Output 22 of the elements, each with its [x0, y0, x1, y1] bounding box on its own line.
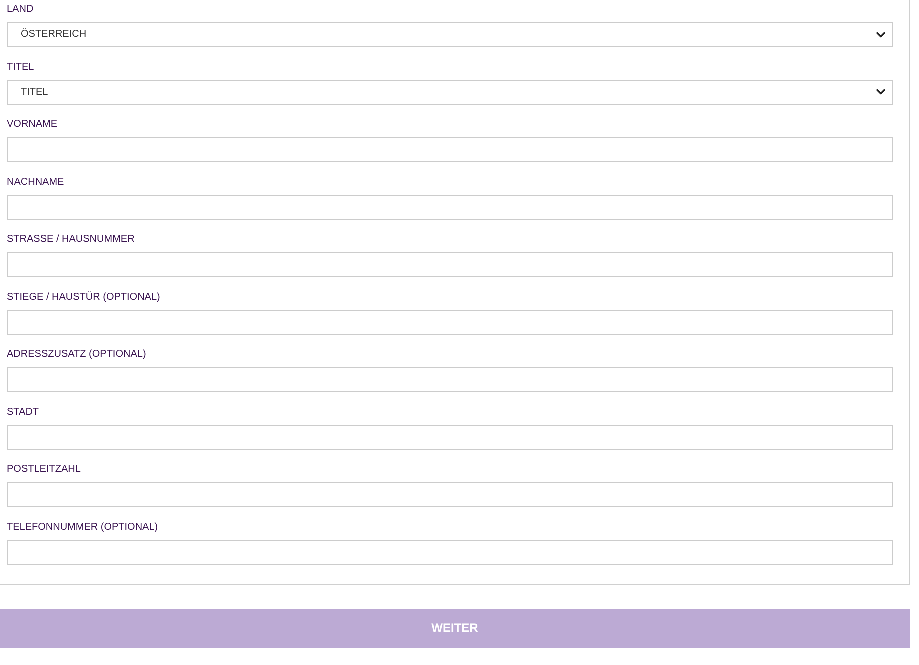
field-label: TITEL	[7, 60, 36, 74]
dropdown-field[interactable]: TITEL	[7, 80, 893, 104]
field-label: NACHNAME	[7, 176, 66, 188]
field-label: LAND	[7, 3, 35, 16]
field-label: ADRESSZUSATZ (OPTIONAL)	[7, 348, 148, 361]
field-label: STIEGE / HAUSTÜR (OPTIONAL)	[7, 290, 162, 304]
text-input[interactable]	[7, 367, 893, 392]
text-input[interactable]	[7, 194, 893, 220]
text-input[interactable]	[7, 137, 893, 162]
dropdown-field[interactable]: ÖSTERREICH	[7, 22, 893, 47]
field-label: STRASSE / HAUSNUMMER	[7, 233, 136, 246]
text-input[interactable]	[7, 540, 893, 564]
field-label: VORNAME	[7, 118, 59, 131]
field-label: POSTLEITZAHL	[7, 463, 82, 476]
field-label: TELEFONNUMMER (OPTIONAL)	[7, 520, 160, 534]
text-input[interactable]	[7, 310, 893, 334]
text-input[interactable]	[7, 252, 893, 277]
selected-value: TITEL	[21, 86, 48, 100]
text-input[interactable]	[7, 424, 893, 450]
field-label: STADT	[7, 406, 40, 418]
selected-value: ÖSTERREICH	[21, 28, 87, 42]
text-input[interactable]	[7, 482, 893, 507]
